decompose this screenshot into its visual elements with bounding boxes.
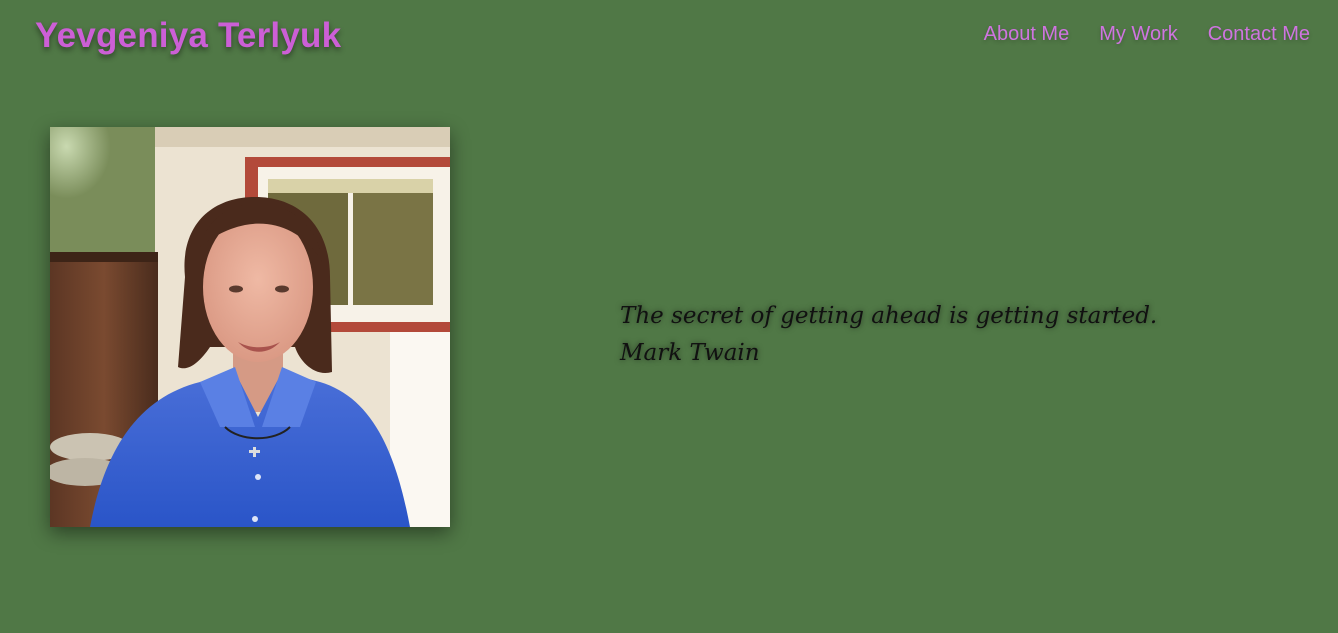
portrait-photo	[50, 127, 450, 527]
quote-author: Mark Twain	[620, 340, 760, 366]
main-nav: About Me My Work Contact Me	[984, 20, 1310, 48]
nav-my-work[interactable]: My Work	[1099, 20, 1178, 48]
portrait-image	[50, 127, 450, 527]
quote-block: The secret of getting ahead is getting s…	[620, 298, 1157, 372]
nav-about-me[interactable]: About Me	[984, 20, 1070, 48]
quote-text: The secret of getting ahead is getting s…	[620, 303, 1158, 329]
nav-contact-me[interactable]: Contact Me	[1208, 20, 1310, 48]
site-title[interactable]: Yevgeniya Terlyuk	[35, 14, 341, 58]
